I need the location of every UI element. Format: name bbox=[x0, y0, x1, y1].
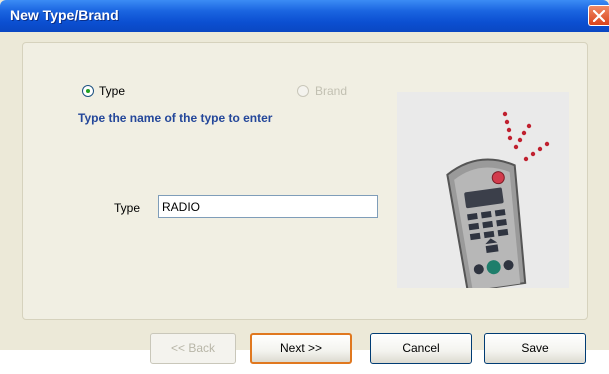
brand-radio[interactable] bbox=[297, 85, 309, 97]
title-bar[interactable]: New Type/Brand bbox=[0, 0, 609, 32]
close-button[interactable] bbox=[588, 5, 609, 26]
save-button[interactable]: Save bbox=[484, 333, 586, 364]
instruction-text: Type the name of the type to enter bbox=[78, 111, 273, 125]
remote-control-icon bbox=[397, 92, 569, 288]
radio-selected-dot bbox=[86, 89, 90, 93]
type-radio[interactable] bbox=[82, 85, 94, 97]
brand-radio-label[interactable]: Brand bbox=[315, 84, 347, 98]
cancel-button[interactable]: Cancel bbox=[370, 333, 472, 364]
next-button[interactable]: Next >> bbox=[250, 333, 352, 364]
type-name-input[interactable] bbox=[158, 195, 378, 218]
type-radio-label[interactable]: Type bbox=[99, 84, 125, 98]
dialog-window: New Type/Brand Type Brand Type the name … bbox=[0, 0, 609, 364]
close-icon bbox=[593, 10, 605, 22]
back-button[interactable]: << Back bbox=[150, 333, 236, 364]
type-field-label: Type bbox=[114, 201, 141, 215]
window-title: New Type/Brand bbox=[10, 7, 119, 23]
